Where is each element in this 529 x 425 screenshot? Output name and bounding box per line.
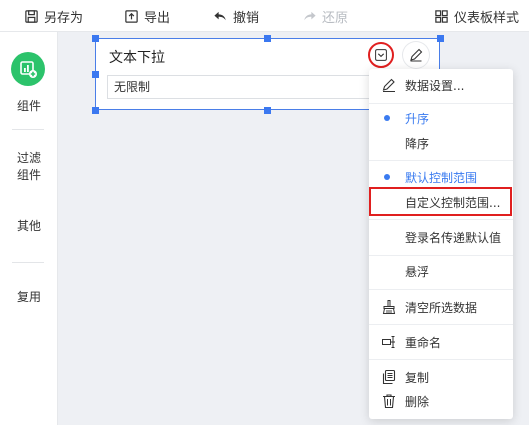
highlight-annotation-box [369, 187, 512, 216]
resize-handle[interactable] [264, 107, 271, 114]
menu-item-login-default[interactable]: 登录名传递默认值 [369, 225, 513, 249]
chevron-down-icon [375, 49, 387, 61]
menu-item-ascending[interactable]: 升序 [369, 106, 513, 130]
resize-handle[interactable] [92, 35, 99, 42]
sidebar-item-filter-line1[interactable]: 过滤 [0, 150, 58, 167]
components-icon[interactable] [11, 52, 45, 86]
redo-button[interactable]: 还原 [302, 0, 348, 32]
export-icon [125, 9, 138, 23]
widget-edit-button[interactable] [403, 42, 429, 68]
export-button[interactable]: 导出 [124, 0, 170, 32]
top-toolbar: 另存为 导出 撤销 还原 仪表板样式 [0, 0, 529, 32]
undo-button[interactable]: 撤销 [213, 0, 259, 32]
menu-divider [369, 219, 513, 220]
redo-label: 还原 [322, 10, 349, 26]
menu-divider [369, 160, 513, 161]
save-as-label: 另存为 [44, 10, 84, 26]
sidebar-item-components[interactable]: 组件 [0, 98, 58, 115]
menu-divider [369, 289, 513, 290]
menu-item-copy[interactable]: 复制 [369, 365, 513, 389]
menu-item-clear-selection[interactable]: 清空所选数据 [369, 295, 513, 319]
widget-select[interactable]: 无限制 [107, 75, 393, 99]
pencil-icon [410, 48, 423, 62]
menu-divider [369, 359, 513, 360]
undo-label: 撤销 [233, 10, 260, 26]
sidebar-item-other[interactable]: 其他 [0, 218, 58, 235]
widget-title: 文本下拉 [109, 50, 165, 66]
export-label: 导出 [144, 10, 171, 26]
chart-add-icon [20, 61, 37, 78]
left-sidebar: 组件 过滤 组件 其他 复用 [0, 32, 58, 425]
menu-item-default-range[interactable]: 默认控制范围 [369, 165, 513, 189]
menu-divider [369, 103, 513, 104]
menu-item-rename[interactable]: 重命名 [369, 330, 513, 354]
broom-icon [382, 300, 396, 314]
trash-icon [383, 394, 395, 409]
resize-handle[interactable] [92, 71, 99, 78]
widget-menu-button[interactable] [368, 42, 394, 68]
resize-handle[interactable] [92, 107, 99, 114]
pencil-icon [382, 78, 395, 92]
menu-item-float[interactable]: 悬浮 [369, 259, 513, 283]
grid-icon [435, 9, 448, 23]
rename-icon [382, 336, 395, 348]
sidebar-divider [12, 129, 44, 130]
sidebar-item-filter-line2[interactable]: 组件 [0, 167, 58, 184]
copy-icon [382, 369, 396, 385]
dashboard-style-button[interactable]: 仪表板样式 [434, 0, 519, 32]
selected-dot-icon [384, 174, 390, 180]
undo-icon [214, 11, 226, 20]
selected-dot-icon [384, 115, 390, 121]
sidebar-item-reuse[interactable]: 复用 [0, 289, 58, 306]
sidebar-divider [12, 262, 44, 263]
menu-divider [369, 255, 513, 256]
resize-handle[interactable] [437, 35, 444, 42]
resize-handle[interactable] [264, 35, 271, 42]
menu-item-delete[interactable]: 删除 [369, 389, 513, 413]
dashboard-style-label: 仪表板样式 [454, 10, 520, 26]
menu-item-data-settings[interactable]: 数据设置... [369, 73, 513, 97]
menu-item-descending[interactable]: 降序 [369, 131, 513, 155]
widget-context-menu: 数据设置... 升序 降序 默认控制范围 自定义控制范围... 登录名传递默认值… [369, 69, 513, 419]
save-as-button[interactable]: 另存为 [24, 0, 83, 32]
redo-icon [304, 11, 316, 20]
save-icon [25, 9, 38, 23]
menu-divider [369, 324, 513, 325]
